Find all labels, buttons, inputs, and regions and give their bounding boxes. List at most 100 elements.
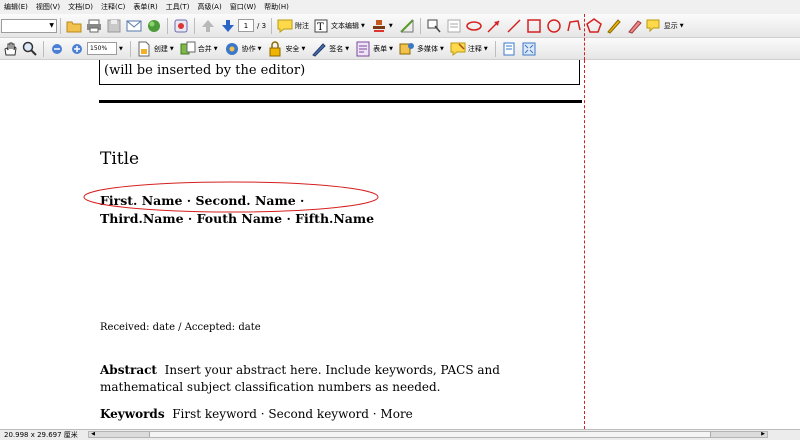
tool-dropdown[interactable]: ▼ (1, 18, 57, 33)
zoom-out-icon[interactable] (49, 41, 65, 57)
sign-label[interactable]: 签名 (329, 44, 343, 54)
zoom-level-input[interactable]: 150% (87, 42, 117, 55)
scroll-left-icon[interactable]: ◀ (89, 432, 97, 437)
oval-annotation[interactable] (82, 180, 382, 216)
page-guide-dashed-line (584, 60, 585, 429)
create-pdf-icon[interactable] (136, 41, 152, 57)
text-edit-label[interactable]: 文本编辑 (331, 21, 359, 31)
full-screen-icon[interactable] (521, 41, 537, 57)
toolbar-divider (271, 17, 273, 34)
task-toolbar: 150% ▼ 创建 ▼ 合并 ▼ 协作 ▼ 安全 ▼ 签名 ▼ 表单 ▼ 多媒体… (0, 38, 800, 60)
keywords-heading: Keywords (100, 407, 165, 421)
received-line: Received: date / Accepted: date (100, 322, 261, 333)
text-edit-icon[interactable]: T (313, 18, 329, 34)
secure-label[interactable]: 安全 (285, 44, 299, 54)
comment-label[interactable]: 注释 (468, 44, 482, 54)
comment-icon[interactable] (450, 41, 466, 57)
hand-tool-icon[interactable] (2, 41, 18, 57)
forms-label[interactable]: 表单 (373, 44, 387, 54)
forms-icon[interactable] (355, 41, 371, 57)
collaborate-icon[interactable] (224, 41, 240, 57)
chevron-down-icon[interactable]: ▼ (170, 46, 174, 52)
menu-edit[interactable]: 编辑(E) (0, 2, 32, 12)
open-folder-icon[interactable] (66, 18, 82, 34)
menu-view[interactable]: 视图(V) (32, 2, 64, 12)
document-view[interactable]: (will be inserted by the editor) Title F… (0, 60, 800, 429)
menu-document[interactable]: 文档(D) (64, 2, 97, 12)
header-rule (99, 100, 582, 103)
show-label[interactable]: 显示 (664, 21, 678, 31)
menu-comments[interactable]: 注释(C) (97, 2, 129, 12)
cloud-tool-icon[interactable] (466, 18, 482, 34)
menu-tools[interactable]: 工具(T) (162, 2, 194, 12)
pencil-icon[interactable] (606, 18, 622, 34)
menu-advanced[interactable]: 高级(A) (193, 2, 225, 12)
menu-window[interactable]: 窗口(W) (226, 2, 260, 12)
toolbar-divider (60, 17, 61, 34)
abstract-block: Abstract Insert your abstract here. Incl… (100, 362, 580, 396)
measure-icon[interactable] (399, 18, 415, 34)
keywords-block: Keywords First keyword · Second keyword … (100, 407, 413, 421)
chevron-down-icon[interactable]: ▼ (361, 23, 365, 29)
abstract-heading: Abstract (100, 363, 157, 377)
zoom-in-icon[interactable] (69, 41, 85, 57)
toolbar-divider (167, 17, 168, 34)
save-icon[interactable] (106, 18, 122, 34)
combine-label[interactable]: 合并 (198, 44, 212, 54)
page-total-label: / 3 (257, 21, 267, 30)
attach-note-label[interactable]: 附注 (295, 21, 309, 31)
menu-forms[interactable]: 表单(R) (129, 2, 161, 12)
combine-icon[interactable] (180, 41, 196, 57)
chevron-down-icon[interactable]: ▼ (389, 46, 393, 52)
fit-page-icon[interactable] (501, 41, 517, 57)
show-comments-icon[interactable] (646, 18, 662, 34)
text-box-icon[interactable] (446, 18, 462, 34)
chevron-down-icon[interactable]: ▼ (214, 46, 218, 52)
editor-note: (will be inserted by the editor) (104, 63, 306, 78)
editor-note-box: (will be inserted by the editor) (99, 60, 580, 85)
chevron-down-icon[interactable]: ▼ (301, 46, 305, 52)
lock-icon[interactable] (267, 40, 283, 57)
arrow-tool-icon[interactable] (486, 18, 502, 34)
create-label[interactable]: 创建 (154, 44, 168, 54)
main-toolbar: ▼ 1 / 3 附注 T 文本编辑 ▼ ▼ 显示 ▼ (0, 14, 800, 38)
security-key-icon[interactable] (173, 18, 189, 34)
sign-pen-icon[interactable] (311, 41, 327, 57)
menu-help[interactable]: 帮助(H) (260, 2, 293, 12)
multimedia-icon[interactable] (399, 41, 415, 57)
next-page-icon[interactable] (220, 18, 236, 34)
scrollbar-thumb[interactable] (149, 432, 711, 437)
polygon-line-tool-icon[interactable] (566, 18, 582, 34)
zoom-tool-icon[interactable] (22, 41, 38, 57)
multimedia-label[interactable]: 多媒体 (417, 44, 438, 54)
rectangle-tool-icon[interactable] (526, 18, 542, 34)
sticky-note-icon[interactable] (277, 18, 293, 34)
chevron-down-icon[interactable]: ▼ (484, 46, 488, 52)
web-search-icon[interactable] (146, 18, 162, 34)
page-guide-dashed-line-top (584, 14, 585, 60)
chevron-down-icon[interactable]: ▼ (680, 23, 684, 29)
scroll-right-icon[interactable]: ▶ (759, 432, 767, 437)
paper-title: Title (100, 149, 140, 169)
toolbar-divider (194, 17, 195, 34)
previous-page-icon[interactable] (200, 18, 216, 34)
polygon-tool-icon[interactable] (585, 17, 602, 34)
collaborate-label[interactable]: 协作 (242, 44, 256, 54)
stamp-icon[interactable] (371, 18, 387, 34)
print-icon[interactable] (86, 18, 102, 34)
page-number-input[interactable]: 1 (238, 19, 254, 32)
chevron-down-icon[interactable]: ▼ (345, 46, 349, 52)
toolbar-divider (43, 40, 44, 57)
select-tool-icon[interactable] (426, 18, 442, 34)
toolbar-divider (419, 17, 421, 34)
chevron-down-icon[interactable]: ▼ (389, 23, 393, 29)
email-icon[interactable] (126, 18, 142, 34)
eraser-icon[interactable] (626, 18, 642, 34)
chevron-down-icon[interactable]: ▼ (440, 46, 444, 52)
toolbar-divider (129, 40, 131, 57)
chevron-down-icon[interactable]: ▼ (119, 46, 123, 52)
chevron-down-icon[interactable]: ▼ (258, 46, 262, 52)
oval-tool-icon[interactable] (546, 18, 562, 34)
horizontal-scrollbar[interactable]: ◀ ▶ (88, 431, 768, 438)
line-tool-icon[interactable] (506, 18, 522, 34)
